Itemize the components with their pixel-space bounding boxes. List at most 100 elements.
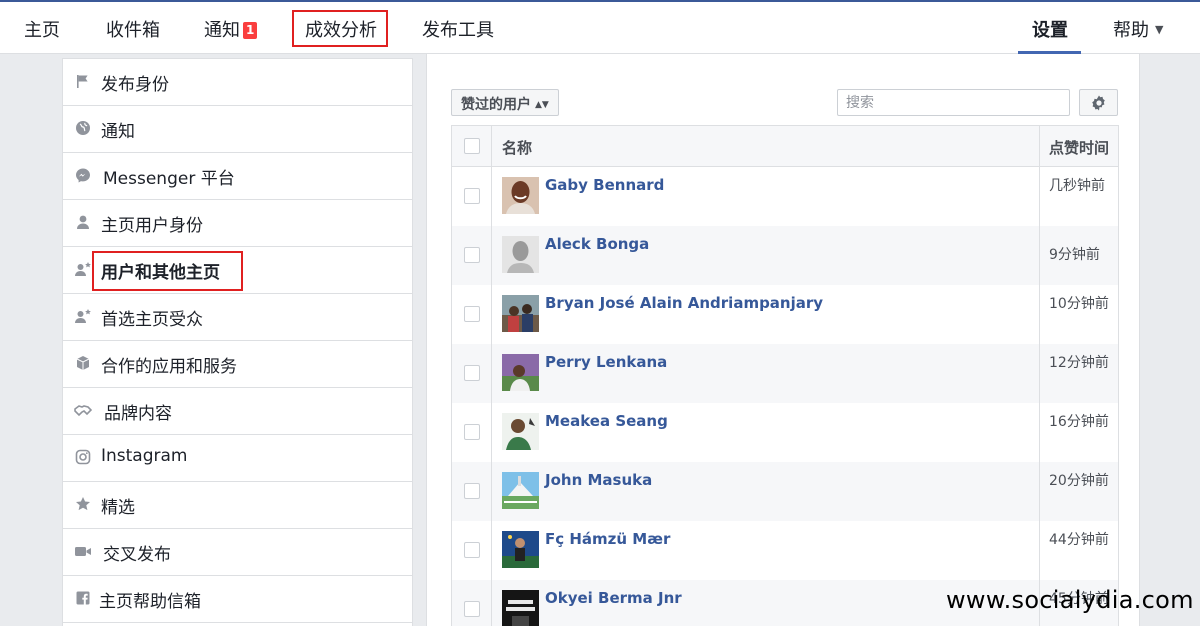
sidebar-item-label: Instagram: [101, 446, 188, 466]
sidebar-item-page-support-inbox[interactable]: 主页帮助信箱: [63, 576, 412, 623]
top-navigation-bar: 主页 收件箱 通知 1 成效分析 发布工具 设置 帮助 ▼: [0, 0, 1200, 55]
table-row: Aleck Bonga 9分钟前: [452, 226, 1118, 285]
sidebar-item-label: 主页用户身份: [101, 216, 203, 236]
user-name-link[interactable]: Fç Hámzü Mær: [545, 530, 670, 548]
avatar[interactable]: [502, 295, 539, 332]
sidebar-item-label: 合作的应用和服务: [101, 357, 237, 377]
sidebar-item-page-attribution[interactable]: 发布身份: [63, 59, 412, 106]
table-row: Gaby Bennard 几秒钟前: [452, 167, 1118, 226]
liked-time: 20分钟前: [1049, 473, 1109, 489]
user-name-link[interactable]: Gaby Bennard: [545, 176, 664, 194]
avatar[interactable]: [502, 590, 539, 626]
nav-inbox[interactable]: 收件箱: [106, 16, 160, 42]
liked-time: 16分钟前: [1049, 414, 1109, 430]
table-header: 名称 点赞时间: [452, 126, 1118, 167]
time-cell: 10分钟前: [1039, 285, 1118, 344]
row-checkbox[interactable]: [464, 365, 480, 381]
watermark-text: www.socialydia.com: [946, 586, 1194, 614]
flag-icon: [74, 73, 92, 91]
avatar[interactable]: [502, 413, 539, 450]
star-icon: [74, 496, 92, 514]
row-checkbox-cell: [452, 403, 492, 462]
sidebar-item-label: 交叉发布: [103, 545, 171, 565]
nav-publishing-tools[interactable]: 发布工具: [422, 16, 494, 42]
user-name-link[interactable]: Bryan José Alain Andriampanjary: [545, 294, 823, 312]
gear-icon: [1092, 95, 1105, 111]
person-icon: [74, 214, 92, 232]
cube-icon: [74, 355, 92, 373]
user-name-link[interactable]: Aleck Bonga: [545, 235, 649, 253]
liked-time: 44分钟前: [1049, 532, 1109, 548]
caret-down-icon: ▼: [1155, 23, 1164, 36]
row-checkbox-cell: [452, 580, 492, 626]
sidebar-item-page-roles[interactable]: 主页用户身份: [63, 200, 412, 247]
avatar[interactable]: [502, 472, 539, 509]
sidebar-item-featured[interactable]: 精选: [63, 482, 412, 529]
row-checkbox[interactable]: [464, 247, 480, 263]
nav-help-label: 帮助: [1113, 20, 1149, 41]
sidebar-item-branded-content[interactable]: 品牌内容: [63, 388, 412, 435]
sidebar-item-preferred-audience[interactable]: 首选主页受众: [63, 294, 412, 341]
sidebar-item-messenger-platform[interactable]: Messenger 平台: [63, 153, 412, 200]
handshake-icon: [74, 402, 93, 420]
sidebar-item-notifications[interactable]: 通知: [63, 106, 412, 153]
time-cell: 12分钟前: [1039, 344, 1118, 403]
sidebar-item-instagram[interactable]: Instagram: [63, 435, 412, 482]
messenger-icon: [74, 167, 92, 185]
user-name-link[interactable]: Okyei Berma Jnr: [545, 589, 682, 607]
column-header-time[interactable]: 点赞时间: [1049, 137, 1109, 158]
person-star-icon: [74, 261, 92, 279]
settings-gear-button[interactable]: [1079, 89, 1118, 116]
user-name-link[interactable]: Meakea Seang: [545, 412, 668, 430]
sidebar-item-apps-and-services[interactable]: 合作的应用和服务: [63, 341, 412, 388]
nav-home[interactable]: 主页: [24, 16, 60, 42]
row-checkbox-cell: [452, 285, 492, 344]
settings-sidebar: 发布身份 通知 Messenger 平台 主页用户身份 用户和其他主页 首选主页…: [62, 58, 413, 626]
user-name-link[interactable]: Perry Lenkana: [545, 353, 667, 371]
avatar[interactable]: [502, 177, 539, 214]
filter-dropdown-label: 赞过的用户: [461, 97, 531, 113]
sidebar-item-label: 精选: [101, 498, 135, 518]
table-row: Bryan José Alain Andriampanjary 10分钟前: [452, 285, 1118, 344]
avatar[interactable]: [502, 354, 539, 391]
user-name-link[interactable]: John Masuka: [545, 471, 652, 489]
sidebar-item-label: 通知: [101, 122, 135, 142]
facebook-icon: [74, 590, 92, 608]
avatar[interactable]: [502, 531, 539, 568]
nav-notifications-label: 通知: [204, 20, 240, 41]
nav-settings[interactable]: 设置: [1032, 16, 1068, 42]
row-checkbox-cell: [452, 167, 492, 226]
row-checkbox[interactable]: [464, 601, 480, 617]
sidebar-item-crossposting[interactable]: 交叉发布: [63, 529, 412, 576]
search-input[interactable]: [837, 89, 1070, 116]
row-checkbox-cell: [452, 226, 492, 285]
filter-dropdown[interactable]: 赞过的用户 ▲▼: [451, 89, 559, 116]
globe-icon: [74, 120, 92, 138]
person-star-icon: [74, 308, 92, 326]
video-camera-icon: [74, 543, 92, 561]
time-cell: 20分钟前: [1039, 462, 1118, 521]
row-checkbox-cell: [452, 521, 492, 580]
row-checkbox[interactable]: [464, 483, 480, 499]
nav-help[interactable]: 帮助 ▼: [1113, 16, 1163, 42]
instagram-icon: [74, 449, 92, 467]
select-all-checkbox[interactable]: [464, 138, 480, 154]
table-row: Perry Lenkana 12分钟前: [452, 344, 1118, 403]
avatar[interactable]: [502, 236, 539, 273]
row-checkbox[interactable]: [464, 306, 480, 322]
liked-users-table: 名称 点赞时间 Gaby Bennard 几秒钟前 Aleck Bonga 9分…: [451, 125, 1119, 626]
sidebar-item-label: Messenger 平台: [103, 169, 235, 189]
column-header-name[interactable]: 名称: [502, 137, 532, 158]
sidebar-item-label: 发布身份: [101, 75, 169, 95]
nav-notifications[interactable]: 通知 1: [204, 16, 258, 42]
sidebar-item-label: 主页帮助信箱: [99, 592, 201, 612]
row-checkbox[interactable]: [464, 542, 480, 558]
row-checkbox[interactable]: [464, 188, 480, 204]
liked-time: 12分钟前: [1049, 355, 1109, 371]
row-checkbox[interactable]: [464, 424, 480, 440]
header-checkbox-cell: [452, 126, 492, 166]
row-checkbox-cell: [452, 462, 492, 521]
table-row: Fç Hámzü Mær 44分钟前: [452, 521, 1118, 580]
liked-time: 10分钟前: [1049, 296, 1109, 312]
table-row: Meakea Seang 16分钟前: [452, 403, 1118, 462]
